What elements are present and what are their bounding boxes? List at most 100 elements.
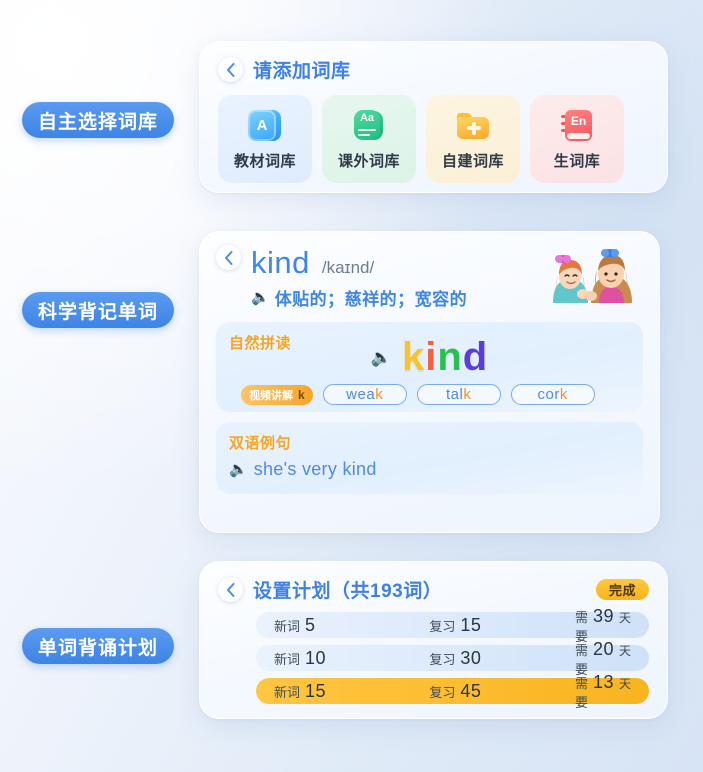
phonics-chip-cork-text: cor xyxy=(537,386,560,403)
plan-days-label: 需要 xyxy=(574,675,588,710)
plan-days-value: 13 xyxy=(592,671,614,692)
plan-review-label: 复习 xyxy=(429,618,456,634)
section-label-plan-text: 单词背诵计划 xyxy=(38,637,159,659)
chevron-left-icon xyxy=(227,582,235,597)
phonics-letter-4: d xyxy=(462,335,489,379)
phonics-letter-2: i xyxy=(425,335,438,379)
plan-done-label: 完成 xyxy=(608,583,636,598)
library-item-textbook-label: 教材词库 xyxy=(233,152,296,170)
video-explain-badge[interactable]: 视频讲解 k xyxy=(241,384,313,405)
section-label-memorize: 科学背记单词 xyxy=(22,292,175,328)
plan-option-row[interactable]: 新词 5 复习 15 需要 39 天 xyxy=(256,606,649,644)
plan-review-cell: 复习 45 xyxy=(429,681,575,702)
plan-new-words-label: 新词 xyxy=(274,684,301,700)
plan-days-value: 20 xyxy=(592,638,614,659)
plan-done-button[interactable]: 完成 xyxy=(595,579,649,600)
phonics-chip-talk-text: tal xyxy=(446,386,464,403)
card-aa-icon-glyph: Aa xyxy=(359,111,375,124)
card-aa-icon: Aa xyxy=(351,108,387,144)
example-sentence: she's very kind xyxy=(253,459,377,479)
phonics-chip-row: 视频讲解 k wea k tal k cor k xyxy=(229,384,630,405)
back-button-word[interactable] xyxy=(216,245,241,270)
two-girls-illustration xyxy=(539,247,643,303)
plan-new-words-value: 5 xyxy=(305,614,316,635)
library-item-extracurricular[interactable]: Aa 课外词库 xyxy=(322,95,416,183)
plan-new-words-cell: 新词 15 xyxy=(274,681,429,702)
speaker-icon-phonics[interactable]: 🔈 xyxy=(371,349,392,366)
folder-plus-icon xyxy=(455,108,491,144)
study-plan-card: 设置计划（共193词） 完成 新词 5 复习 15 需要 39 天 新词 10 xyxy=(199,561,668,719)
book-en-icon: En xyxy=(559,108,595,144)
plan-review-value: 30 xyxy=(460,647,482,668)
plan-new-words-value: 15 xyxy=(305,680,327,701)
phonics-panel: 自然拼读 🔈 kind 视频讲解 k wea k tal k cor k xyxy=(216,322,643,412)
video-explain-label: 视频讲解 xyxy=(249,389,293,402)
example-panel: 双语例句 🔈 she's very kind xyxy=(216,422,643,494)
chevron-left-icon xyxy=(227,62,235,77)
section-label-memorize-text: 科学背记单词 xyxy=(38,301,159,323)
phonics-chip-cork-highlight: k xyxy=(559,386,568,403)
library-item-custom-label: 自建词库 xyxy=(441,152,504,170)
phonics-chip-weak-text: wea xyxy=(346,386,376,403)
plan-new-words-label: 新词 xyxy=(274,618,301,634)
plan-option-row-selected[interactable]: 新词 15 复习 45 需要 13 天 xyxy=(256,672,649,710)
example-title: 双语例句 xyxy=(229,435,292,452)
section-label-library-text: 自主选择词库 xyxy=(38,111,159,133)
word-detail-header: kind /kaɪnd/ 🔈 体贴的；慈祥的；宽容的 xyxy=(216,245,643,310)
word-info: kind /kaɪnd/ 🔈 体贴的；慈祥的；宽容的 xyxy=(251,245,529,310)
phonics-chip-weak-highlight: k xyxy=(375,386,384,403)
word-meaning: 体贴的；慈祥的；宽容的 xyxy=(274,290,468,309)
book-en-icon-glyph: En xyxy=(570,113,587,128)
word-library-card: 请添加词库 A 教材词库 Aa 课外词库 自建词库 En 生词库 xyxy=(199,41,668,193)
plan-days-unit: 天 xyxy=(618,676,631,691)
plan-option-row[interactable]: 新词 10 复习 30 需要 20 天 xyxy=(256,639,649,677)
plan-review-cell: 复习 30 xyxy=(429,648,575,669)
word-term: kind xyxy=(251,245,310,280)
plan-days-unit: 天 xyxy=(618,643,631,658)
plan-review-cell: 复习 15 xyxy=(429,615,575,636)
word-meaning-row: 🔈 体贴的；慈祥的；宽容的 xyxy=(251,285,529,310)
back-button-library[interactable] xyxy=(218,57,243,82)
section-label-plan: 单词背诵计划 xyxy=(22,628,175,664)
phonics-chip-cork[interactable]: cor k xyxy=(510,384,595,405)
plan-new-words-cell: 新词 5 xyxy=(274,615,429,636)
library-card-title: 请添加词库 xyxy=(253,61,351,82)
example-sentence-row: 🔈 she's very kind xyxy=(229,459,630,480)
back-button-plan[interactable] xyxy=(218,577,243,602)
word-phonetic: /kaɪnd/ xyxy=(321,258,375,277)
plan-card-header: 设置计划（共193词） 完成 xyxy=(218,576,649,603)
speaker-icon-meaning[interactable]: 🔈 xyxy=(251,290,270,305)
phonics-chip-talk-highlight: k xyxy=(463,386,472,403)
library-item-newwords-label: 生词库 xyxy=(553,152,601,170)
plan-review-label: 复习 xyxy=(429,684,456,700)
section-label-library: 自主选择词库 xyxy=(22,102,175,138)
speaker-icon-example[interactable]: 🔈 xyxy=(229,462,248,477)
plan-days-unit: 天 xyxy=(618,610,631,625)
phonics-chip-talk[interactable]: tal k xyxy=(416,384,501,405)
library-item-textbook[interactable]: A 教材词库 xyxy=(218,95,312,183)
video-explain-letter: k xyxy=(298,387,305,402)
plan-review-value: 15 xyxy=(460,614,482,635)
library-item-extracurricular-label: 课外词库 xyxy=(337,152,400,170)
phonics-letters: kind xyxy=(402,337,488,377)
phonics-letter-1: k xyxy=(401,335,426,379)
plan-card-title: 设置计划（共193词） xyxy=(253,581,443,602)
word-headline: kind /kaɪnd/ xyxy=(251,245,529,281)
word-detail-card: kind /kaɪnd/ 🔈 体贴的；慈祥的；宽容的 自然拼读 🔈 kind 视… xyxy=(199,231,660,533)
plan-review-label: 复习 xyxy=(429,651,456,667)
library-item-newwords[interactable]: En 生词库 xyxy=(530,95,624,183)
library-card-header: 请添加词库 xyxy=(218,56,649,83)
phonics-letter-3: n xyxy=(437,335,463,379)
plan-option-list: 新词 5 复习 15 需要 39 天 新词 10 复习 30 需要 20 天 新… xyxy=(218,606,649,710)
plan-days-cell: 需要 13 天 xyxy=(575,672,631,711)
plan-new-words-label: 新词 xyxy=(274,651,301,667)
phonics-chip-weak[interactable]: wea k xyxy=(322,384,407,405)
plan-new-words-value: 10 xyxy=(305,647,327,668)
library-item-custom[interactable]: 自建词库 xyxy=(426,95,520,183)
plan-days-value: 39 xyxy=(592,605,614,626)
plan-review-value: 45 xyxy=(460,680,482,701)
library-item-list: A 教材词库 Aa 课外词库 自建词库 En 生词库 xyxy=(218,95,649,183)
book-a-icon-glyph: A xyxy=(256,116,268,134)
plan-new-words-cell: 新词 10 xyxy=(274,648,429,669)
book-a-icon: A xyxy=(247,108,283,144)
